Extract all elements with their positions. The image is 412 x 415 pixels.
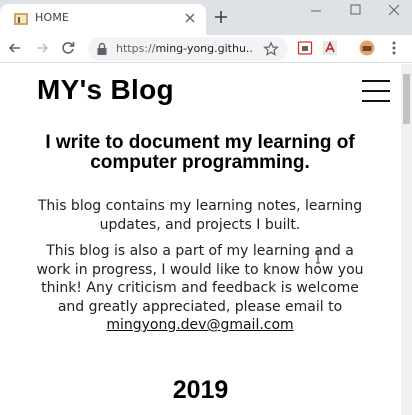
url-host: ming-yong.githu... xyxy=(155,42,252,55)
menu-kebab-icon[interactable] xyxy=(386,40,402,56)
hamburger-line xyxy=(362,80,390,82)
pdf-extension-icon[interactable] xyxy=(322,40,338,56)
page-content: MY's Blog I write to document my learnin… xyxy=(0,64,401,415)
scrollbar-thumb[interactable] xyxy=(403,74,410,124)
tab-title: HOME xyxy=(35,11,70,24)
star-icon[interactable] xyxy=(263,41,279,57)
back-icon[interactable] xyxy=(7,40,23,56)
maximize-icon[interactable] xyxy=(346,3,364,17)
tab-home[interactable]: HOME xyxy=(0,4,206,35)
address-bar[interactable]: https://ming-yong.githu... xyxy=(88,37,288,61)
reload-icon[interactable] xyxy=(60,40,76,56)
favicon-icon xyxy=(14,13,28,25)
year-heading: 2019 xyxy=(172,376,229,404)
hamburger-line xyxy=(362,90,390,92)
hamburger-icon[interactable] xyxy=(362,80,390,102)
url-scheme: https:// xyxy=(116,42,156,55)
window-close-icon[interactable] xyxy=(385,3,403,17)
hamburger-line xyxy=(362,100,390,102)
plus-icon[interactable] xyxy=(214,10,228,24)
text-cursor-icon xyxy=(316,250,320,264)
site-brand[interactable]: MY's Blog xyxy=(37,74,174,106)
extension-icon[interactable] xyxy=(297,40,313,56)
page-heading: I write to document my learning of compu… xyxy=(45,132,355,173)
browser-toolbar: https://ming-yong.githu... xyxy=(0,35,412,63)
forward-icon[interactable] xyxy=(34,40,50,56)
profile-icon[interactable] xyxy=(359,40,375,56)
close-icon[interactable] xyxy=(183,11,197,25)
minimize-icon[interactable] xyxy=(307,3,325,17)
email-link[interactable]: mingyong.dev@gmail.com xyxy=(106,317,293,333)
tab-strip: HOME xyxy=(0,0,412,35)
url-text: https://ming-yong.githu... xyxy=(116,42,252,55)
lock-icon xyxy=(97,42,107,55)
intro-paragraph: This blog contains my learning notes, le… xyxy=(37,198,363,233)
page-scrollbar[interactable] xyxy=(401,64,412,415)
